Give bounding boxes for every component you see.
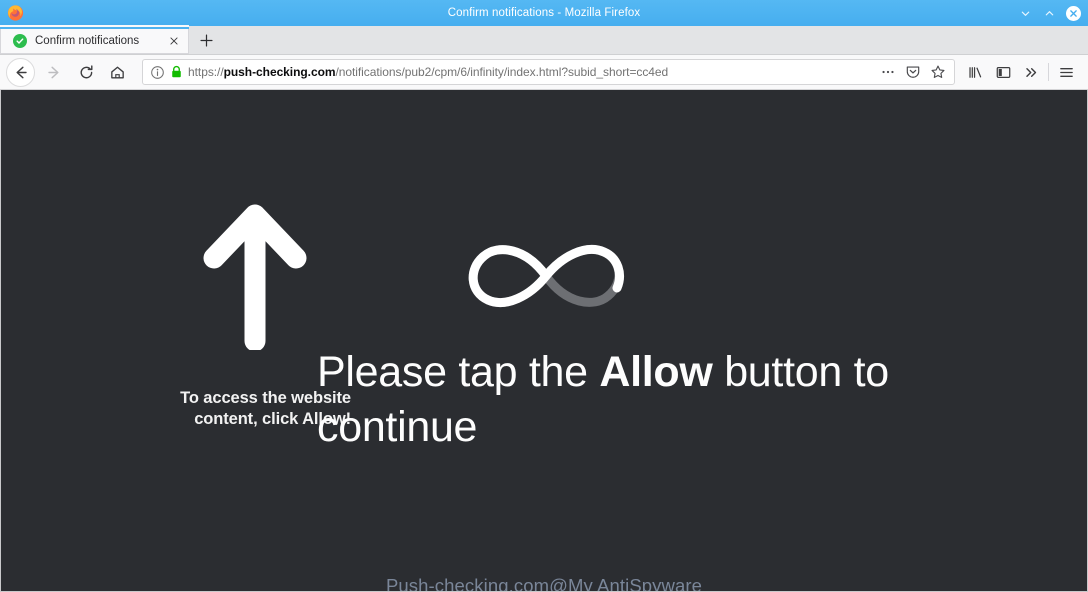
url-scheme: https:// (188, 65, 224, 79)
back-button[interactable] (6, 57, 35, 87)
tab-close-icon[interactable] (166, 33, 182, 49)
navigation-toolbar: https://push-checking.com/notifications/… (0, 55, 1088, 90)
firefox-logo-icon (6, 3, 25, 22)
toolbar-right-group (961, 58, 1080, 86)
window-controls (1018, 0, 1081, 26)
new-tab-button[interactable] (191, 27, 221, 54)
bookmark-star-icon[interactable] (928, 62, 948, 82)
forward-button (39, 58, 69, 86)
hamburger-menu-icon[interactable] (1052, 58, 1080, 86)
small-instruction-line-2: content, click Allow! (194, 410, 351, 429)
home-button[interactable] (102, 58, 132, 86)
minimize-button[interactable] (1018, 6, 1033, 21)
url-bar[interactable]: https://push-checking.com/notifications/… (142, 59, 955, 85)
headline-emphasis-allow: Allow (599, 348, 713, 396)
sidebar-icon[interactable] (989, 58, 1017, 86)
toolbar-divider (1048, 63, 1049, 81)
infinity-spinner-icon (460, 230, 632, 322)
url-text: https://push-checking.com/notifications/… (188, 65, 873, 79)
small-instruction-line-1: To access the website (180, 389, 351, 407)
page-content: To access the website content, click All… (0, 90, 1088, 592)
page-actions-ellipsis-icon[interactable] (878, 62, 898, 82)
green-check-favicon-icon (13, 33, 27, 48)
tab-confirm-notifications[interactable]: Confirm notifications (0, 25, 189, 54)
small-instruction-text: To access the website content, click All… (1, 388, 351, 430)
close-button[interactable] (1066, 5, 1081, 21)
maximize-button[interactable] (1042, 6, 1057, 21)
title-bar: Confirm notifications - Mozilla Firefox (0, 0, 1088, 26)
tab-title: Confirm notifications (35, 34, 140, 47)
browser-window: Confirm notifications - Mozilla Firefox … (0, 0, 1088, 592)
window-title: Confirm notifications - Mozilla Firefox (447, 7, 641, 19)
padlock-icon[interactable] (170, 65, 183, 79)
info-circle-icon[interactable] (150, 65, 165, 80)
pocket-icon[interactable] (903, 62, 923, 82)
arrow-up-icon (200, 200, 310, 352)
headline-text: Please tap the Allow button to continue (317, 345, 1057, 456)
headline-prefix: Please tap the (317, 348, 600, 396)
url-domain: push-checking.com (223, 65, 336, 79)
library-icon[interactable] (961, 58, 989, 86)
reload-button[interactable] (71, 58, 101, 86)
overflow-chevron-double-right-icon[interactable] (1017, 58, 1045, 86)
url-path: /notifications/pub2/cpm/6/infinity/index… (335, 65, 669, 79)
tab-strip: Confirm notifications (0, 25, 1088, 55)
watermark-text: Push-checking.com@My AntiSpyware (385, 575, 703, 592)
